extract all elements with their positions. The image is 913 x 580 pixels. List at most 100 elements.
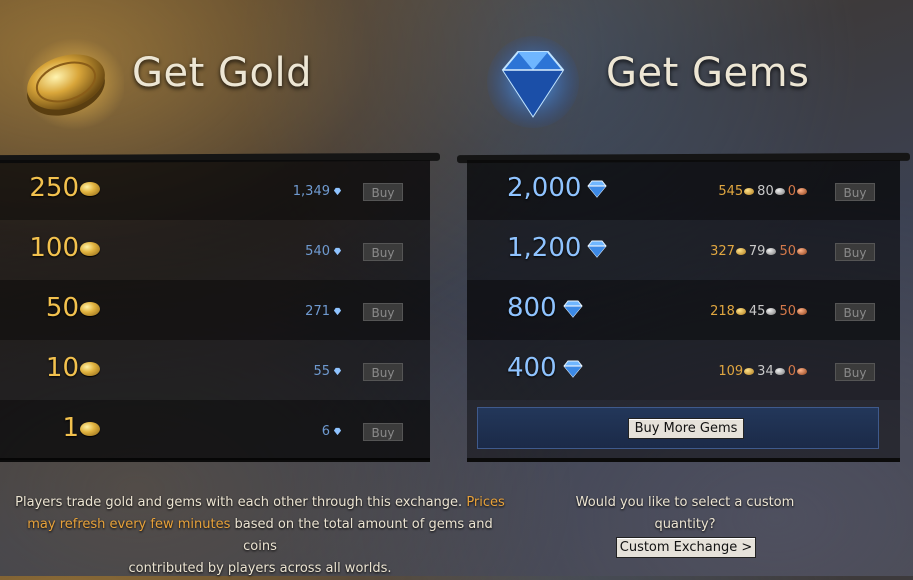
gold-amount-value: 100 — [29, 233, 79, 263]
copper-cost: 50 — [779, 244, 796, 259]
buy-button[interactable]: Buy — [363, 423, 403, 441]
coin-cost: 327 79 50 — [710, 244, 810, 259]
gem-small-icon — [330, 364, 342, 379]
buy-more-gems-button[interactable]: Buy More Gems — [628, 418, 744, 439]
gold-amount: 1 — [62, 413, 100, 443]
silver-cost: 80 — [757, 184, 774, 199]
gem-icon — [581, 233, 608, 263]
buy-button[interactable]: Buy — [835, 243, 875, 261]
copper-coin-small-icon — [797, 248, 807, 255]
buy-button[interactable]: Buy — [363, 183, 403, 201]
gems-amount: 2,000 — [507, 173, 608, 203]
gems-row: 1,200 327 79 50 Buy — [467, 220, 900, 280]
gold-cost: 109 — [718, 364, 744, 379]
gold-coin-icon — [22, 38, 124, 130]
copper-coin-small-icon — [797, 368, 807, 375]
gem-small-icon — [330, 424, 342, 439]
silver-coin-small-icon — [766, 248, 777, 255]
gem-cost: 271 — [305, 304, 342, 319]
gems-amount: 400 — [507, 353, 583, 383]
gold-amount-value: 250 — [29, 173, 79, 203]
buy-more-gems-area: Buy More Gems — [477, 407, 879, 449]
buy-button[interactable]: Buy — [835, 303, 875, 321]
info-part-1: Players trade gold and gems with each ot… — [15, 495, 467, 510]
gem-cost-value: 55 — [313, 364, 330, 379]
gems-title: Get Gems — [606, 50, 810, 96]
gold-amount: 100 — [29, 233, 100, 263]
buy-button[interactable]: Buy — [363, 303, 403, 321]
gems-row: 2,000 545 80 0 Buy — [467, 160, 900, 220]
gold-amount: 10 — [46, 353, 100, 383]
gold-cost: 218 — [710, 304, 735, 319]
gem-icon — [581, 173, 608, 203]
gold-row: 100 540 Buy — [0, 220, 430, 280]
gold-coin-icon — [80, 181, 100, 196]
gold-row: 50 271 Buy — [0, 280, 430, 340]
gems-amount-value: 800 — [507, 293, 557, 323]
buy-button[interactable]: Buy — [363, 243, 403, 261]
gold-row: 250 1,349 Buy — [0, 160, 430, 220]
gem-cost-value: 271 — [305, 304, 330, 319]
copper-cost: 50 — [779, 304, 796, 319]
silver-coin-small-icon — [766, 308, 777, 315]
gems-exchange-panel: 2,000 545 80 0 Buy 1,200 327 79 50 Buy 800 218 45 50 B… — [457, 152, 910, 462]
gem-small-icon — [330, 304, 342, 319]
gold-row: 10 55 Buy — [0, 340, 430, 400]
silver-cost: 34 — [757, 364, 774, 379]
gold-title: Get Gold — [132, 50, 312, 96]
gem-icon — [557, 293, 583, 323]
gems-amount: 800 — [507, 293, 583, 323]
gem-small-icon — [330, 184, 342, 199]
buy-button[interactable]: Buy — [835, 363, 875, 381]
coin-cost: 218 45 50 — [710, 304, 810, 319]
gems-amount-value: 1,200 — [507, 233, 582, 263]
gems-amount-value: 2,000 — [507, 173, 582, 203]
gold-coin-icon — [80, 361, 100, 376]
gold-cost: 545 — [718, 184, 744, 199]
silver-cost: 45 — [748, 304, 766, 319]
gold-amount: 250 — [29, 173, 100, 203]
info-part-2: based on the total amount of gems and co… — [230, 517, 493, 554]
gold-cost: 327 — [710, 244, 735, 259]
copper-cost: 0 — [787, 364, 796, 379]
gem-cost: 55 — [313, 364, 342, 379]
silver-coin-small-icon — [774, 188, 785, 195]
gem-cost: 1,349 — [293, 184, 342, 199]
info-highlight-a: Prices — [466, 495, 505, 510]
custom-question-line-1: Would you like to select a custom — [575, 495, 795, 510]
gold-coin-small-icon — [735, 308, 746, 315]
custom-question-line-2: quantity? — [654, 517, 716, 532]
info-part-3: contributed by players across all worlds… — [128, 561, 392, 576]
gold-coin-icon — [80, 301, 100, 316]
buy-button[interactable]: Buy — [835, 183, 875, 201]
gold-coin-icon — [80, 241, 100, 256]
custom-exchange-button[interactable]: Custom Exchange > — [616, 537, 756, 558]
coin-cost: 109 34 0 — [718, 364, 810, 379]
gold-coin-icon — [80, 421, 100, 436]
gold-coin-small-icon — [744, 188, 755, 195]
copper-cost: 0 — [787, 184, 796, 199]
silver-coin-small-icon — [774, 368, 785, 375]
gems-amount: 1,200 — [507, 233, 608, 263]
gold-amount-value: 10 — [45, 353, 79, 383]
exchange-info-text: Players trade gold and gems with each ot… — [10, 492, 510, 580]
custom-quantity-question: Would you like to select a custom quanti… — [565, 492, 805, 536]
copper-coin-small-icon — [797, 308, 807, 315]
gold-amount: 50 — [46, 293, 100, 323]
gem-cost-value: 1,349 — [292, 184, 330, 199]
gem-cost-value: 540 — [305, 244, 330, 259]
gem-cost-value: 6 — [321, 424, 330, 439]
gems-row: 400 109 34 0 Buy — [467, 340, 900, 400]
gem-cost: 6 — [322, 424, 342, 439]
info-highlight-b: may refresh every few minutes — [27, 517, 231, 532]
gem-small-icon — [330, 244, 342, 259]
buy-button[interactable]: Buy — [363, 363, 403, 381]
gold-amount-value: 50 — [45, 293, 79, 323]
silver-cost: 79 — [748, 244, 766, 259]
coin-cost: 545 80 0 — [718, 184, 810, 199]
gem-icon — [487, 36, 579, 128]
gem-cost: 540 — [305, 244, 342, 259]
gem-icon — [557, 353, 583, 383]
gold-exchange-panel: 250 1,349 Buy 100 540 Buy 50 271 Buy 10 55 Buy 1 6 Buy — [0, 152, 440, 462]
gems-amount-value: 400 — [507, 353, 557, 383]
